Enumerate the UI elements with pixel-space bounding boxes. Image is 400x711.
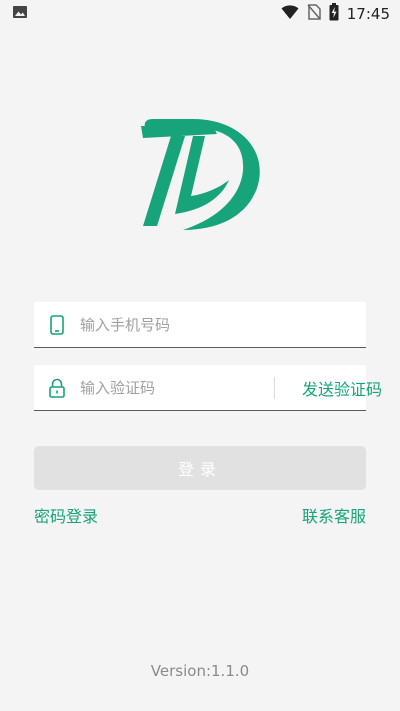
app-logo xyxy=(133,114,267,232)
phone-input[interactable] xyxy=(80,302,366,347)
version-label: Version:1.1.0 xyxy=(150,662,250,680)
contact-support-link[interactable]: 联系客服 xyxy=(302,503,366,527)
phone-icon xyxy=(34,302,80,348)
status-right: 17:45 xyxy=(281,3,390,25)
wifi-icon xyxy=(281,4,299,24)
status-time: 17:45 xyxy=(346,5,390,23)
phone-field xyxy=(34,302,366,348)
no-sim-icon xyxy=(307,4,321,24)
password-login-link[interactable]: 密码登录 xyxy=(34,503,98,527)
send-code-button[interactable]: 发送验证码 xyxy=(275,366,400,410)
login-button[interactable]: 登录 xyxy=(34,446,366,490)
verification-code-input[interactable] xyxy=(80,365,274,410)
battery-charging-icon xyxy=(329,3,339,25)
verification-code-field: 发送验证码 xyxy=(34,365,382,411)
lock-icon xyxy=(34,365,80,411)
image-notification-icon xyxy=(12,4,28,24)
status-bar: 17:45 xyxy=(0,0,400,28)
status-left xyxy=(12,4,28,24)
